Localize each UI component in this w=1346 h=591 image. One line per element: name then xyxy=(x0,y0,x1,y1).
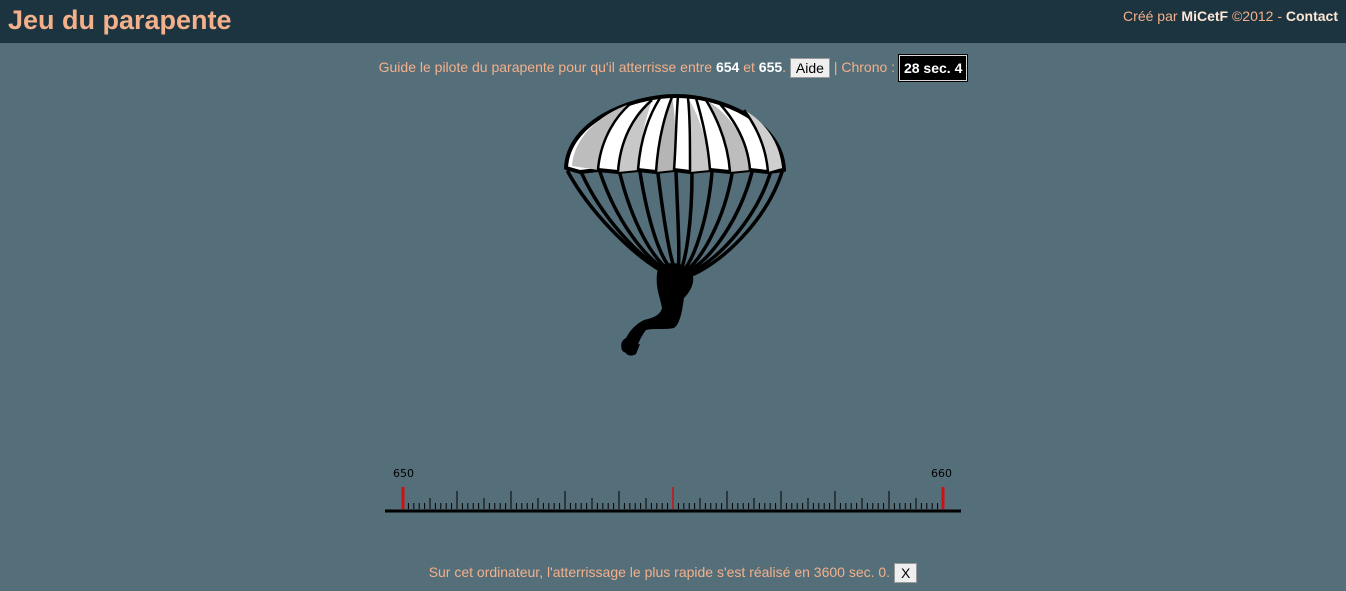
chrono-display: 28 sec. 4 xyxy=(897,54,969,83)
help-button[interactable]: Aide xyxy=(789,58,830,79)
ruler-min-label: 650 xyxy=(393,467,414,480)
target-high: 655 xyxy=(758,59,783,75)
credits: Créé par MiCetF ©2012 - Contact xyxy=(1123,8,1338,24)
instruction-connector: et xyxy=(743,59,755,75)
chrono-label: | Chrono : xyxy=(833,59,896,75)
header-bar: Jeu du parapente Créé par MiCetF ©2012 -… xyxy=(0,0,1346,43)
instruction-line: Guide le pilote du parapente pour qu'il … xyxy=(0,54,1346,83)
instruction-text: Guide le pilote du parapente pour qu'il … xyxy=(378,59,713,75)
target-low: 654 xyxy=(715,59,740,75)
close-record-button[interactable]: X xyxy=(893,563,918,584)
contact-link[interactable]: Contact xyxy=(1286,8,1338,24)
record-text: Sur cet ordinateur, l'atterrissage le pl… xyxy=(428,564,891,580)
author-name: MiCetF xyxy=(1181,8,1229,24)
instruction-period: . xyxy=(782,59,787,75)
credits-prefix: Créé par xyxy=(1123,8,1178,24)
paraglider[interactable] xyxy=(560,92,790,367)
ruler-max-label: 660 xyxy=(931,467,952,480)
record-line: Sur cet ordinateur, l'atterrissage le pl… xyxy=(0,562,1346,584)
altitude-ruler: 650 660 xyxy=(380,462,970,527)
ruler-graphic: 650 660 xyxy=(385,467,961,513)
copyright: ©2012 - xyxy=(1231,8,1282,24)
page-title: Jeu du parapente xyxy=(8,5,232,35)
paraglider-icon xyxy=(564,94,786,356)
ruler-ticks xyxy=(401,487,945,509)
